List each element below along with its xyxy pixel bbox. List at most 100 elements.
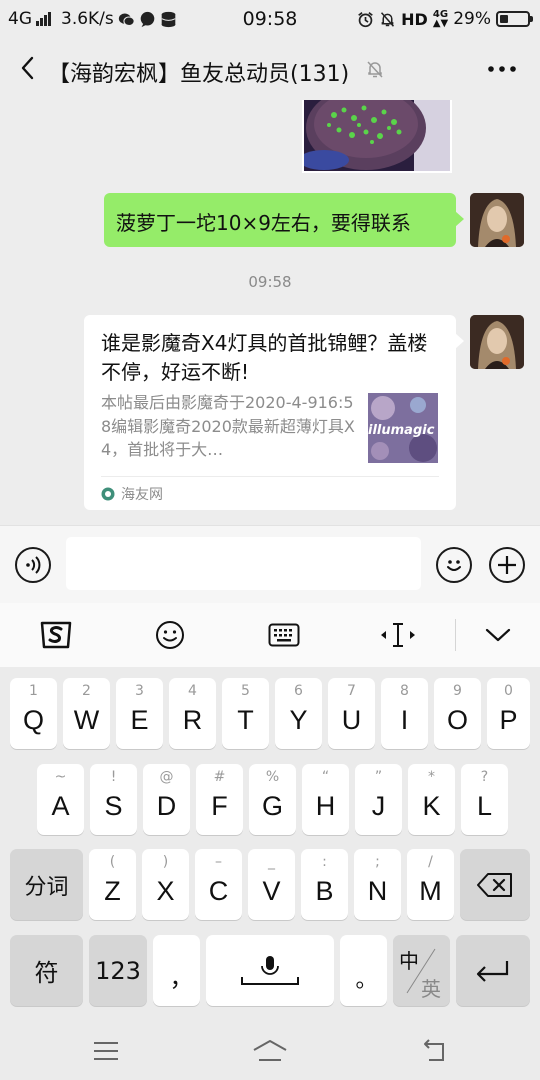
fenci-key[interactable]: 分词 (10, 849, 83, 920)
back-button[interactable] (10, 50, 46, 86)
key-hint: % (265, 769, 280, 785)
source-logo-icon (101, 487, 115, 501)
more-icon (488, 66, 516, 72)
key-r[interactable]: 4R (169, 678, 216, 749)
add-button[interactable] (489, 547, 525, 583)
key-label: G (261, 791, 283, 821)
period-key[interactable]: 。 (340, 935, 387, 1006)
home-icon (253, 1040, 287, 1061)
key-g[interactable]: % G (249, 764, 296, 835)
keyboard-switch-button[interactable] (264, 615, 304, 655)
battery-icon (496, 11, 533, 27)
key-a[interactable]: ~ A (37, 764, 84, 835)
key-hint: 2 (82, 683, 91, 699)
image-message[interactable] (302, 100, 452, 173)
backspace-icon-wrap (460, 849, 530, 920)
battery-percent: 29% (453, 9, 491, 29)
symbol-label: 符 (34, 959, 59, 987)
key-hint: – (215, 854, 222, 870)
key-i[interactable]: 8I (381, 678, 428, 749)
link-card-source: 海友网 (101, 484, 163, 504)
key-s[interactable]: ! S (90, 764, 137, 835)
language-switch-key[interactable]: 中 英 (393, 935, 450, 1006)
key-q[interactable]: 1Q (10, 678, 57, 749)
message-input[interactable] (66, 537, 421, 590)
link-card-thumbnail: illumagic (368, 393, 438, 463)
alarm-icon (358, 11, 373, 27)
avatar[interactable] (470, 315, 524, 369)
key-j[interactable]: ” J (355, 764, 402, 835)
symbol-key[interactable]: 符 (10, 935, 83, 1006)
chat-title: 【海韵宏枫】鱼友总动员(131) (48, 62, 350, 87)
nav-menu-button[interactable] (84, 1034, 128, 1068)
key-z[interactable]: (Z (89, 849, 136, 920)
fenci-label: 分词 (24, 874, 69, 900)
key-w[interactable]: 2W (63, 678, 110, 749)
backspace-icon (477, 872, 512, 897)
key-l[interactable]: ? L (461, 764, 508, 835)
key-v[interactable]: _ V (248, 849, 295, 920)
key-k[interactable]: * K (408, 764, 455, 835)
space-key[interactable] (206, 935, 334, 1006)
status-right: HD 4G ▲▼ 29% (357, 9, 533, 29)
key-y[interactable]: 6Y (275, 678, 322, 749)
key-hint: ! (110, 769, 117, 785)
key-h[interactable]: “H (302, 764, 349, 835)
key-label: R (182, 705, 203, 735)
key-hint: 6 (294, 683, 303, 699)
nav-back-button[interactable] (412, 1034, 456, 1068)
key-u[interactable]: 7U (328, 678, 375, 749)
text-message-bubble[interactable]: 菠萝丁一坨10×9左右，要得联系 (104, 193, 464, 247)
voice-button[interactable] (15, 547, 51, 583)
comma-key[interactable]: ， (153, 935, 200, 1006)
key-label: L (476, 791, 493, 821)
chat-area[interactable]: 菠萝丁一坨10×9左右，要得联系 09:58 谁是影魔奇X4灯具的首批锦鲤？盖楼… (0, 100, 540, 525)
more-button[interactable] (482, 52, 522, 86)
cursor-button[interactable] (378, 615, 418, 655)
key-o[interactable]: 9O (434, 678, 481, 749)
key-hint: 7 (347, 683, 356, 699)
key-label: T (237, 705, 254, 735)
key-b[interactable]: :B (301, 849, 348, 920)
number-label: 123 (95, 956, 141, 985)
key-x[interactable]: ) X (142, 849, 189, 920)
number-key[interactable]: 123 (89, 935, 147, 1006)
avatar-image (470, 315, 524, 369)
key-label: H (315, 791, 336, 821)
toolbar-emoji-button[interactable] (150, 615, 190, 655)
navigation-bar (0, 1020, 540, 1080)
key-f[interactable]: # F (196, 764, 243, 835)
hd-badge: HD (401, 9, 428, 29)
key-label: Q (22, 705, 44, 735)
emoji-button[interactable] (436, 547, 472, 583)
key-c[interactable]: – C (195, 849, 242, 920)
key-n[interactable]: ; N (354, 849, 401, 920)
key-hint: 8 (400, 683, 409, 699)
backspace-key[interactable] (460, 849, 530, 920)
key-hint: 9 (453, 683, 462, 699)
nav-home-button[interactable] (248, 1034, 292, 1068)
key-hint: 1 (29, 683, 38, 699)
key-m[interactable]: / M (407, 849, 454, 920)
space-icon-wrap (206, 935, 334, 1006)
key-p[interactable]: 0P (487, 678, 530, 749)
sogou-button[interactable] (36, 615, 76, 655)
thumbnail-image: illumagic (368, 393, 438, 463)
key-label: M (419, 876, 442, 906)
link-card-description: 本帖最后由影魔奇于2020-4-916:58编辑影魔奇2020款最新超薄灯具X4… (101, 393, 355, 459)
key-d[interactable]: @ D (143, 764, 190, 835)
message-timestamp: 09:58 (248, 273, 292, 291)
key-label: F (211, 791, 228, 821)
cursor-icon (381, 623, 415, 647)
key-e[interactable]: 3E (116, 678, 163, 749)
key-label: P (499, 705, 518, 735)
lang-en-label: 英 (421, 977, 441, 1001)
enter-key[interactable] (456, 935, 530, 1006)
link-card[interactable]: 谁是影魔奇X4灯具的首批锦鲤？盖楼不停，好运不断! 本帖最后由影魔奇于2020-… (84, 315, 464, 510)
avatar-image (470, 193, 524, 247)
key-hint: # (213, 769, 226, 785)
key-hint: * (428, 769, 435, 785)
key-t[interactable]: 5T (222, 678, 269, 749)
collapse-keyboard-button[interactable] (478, 615, 518, 655)
avatar[interactable] (470, 193, 524, 247)
